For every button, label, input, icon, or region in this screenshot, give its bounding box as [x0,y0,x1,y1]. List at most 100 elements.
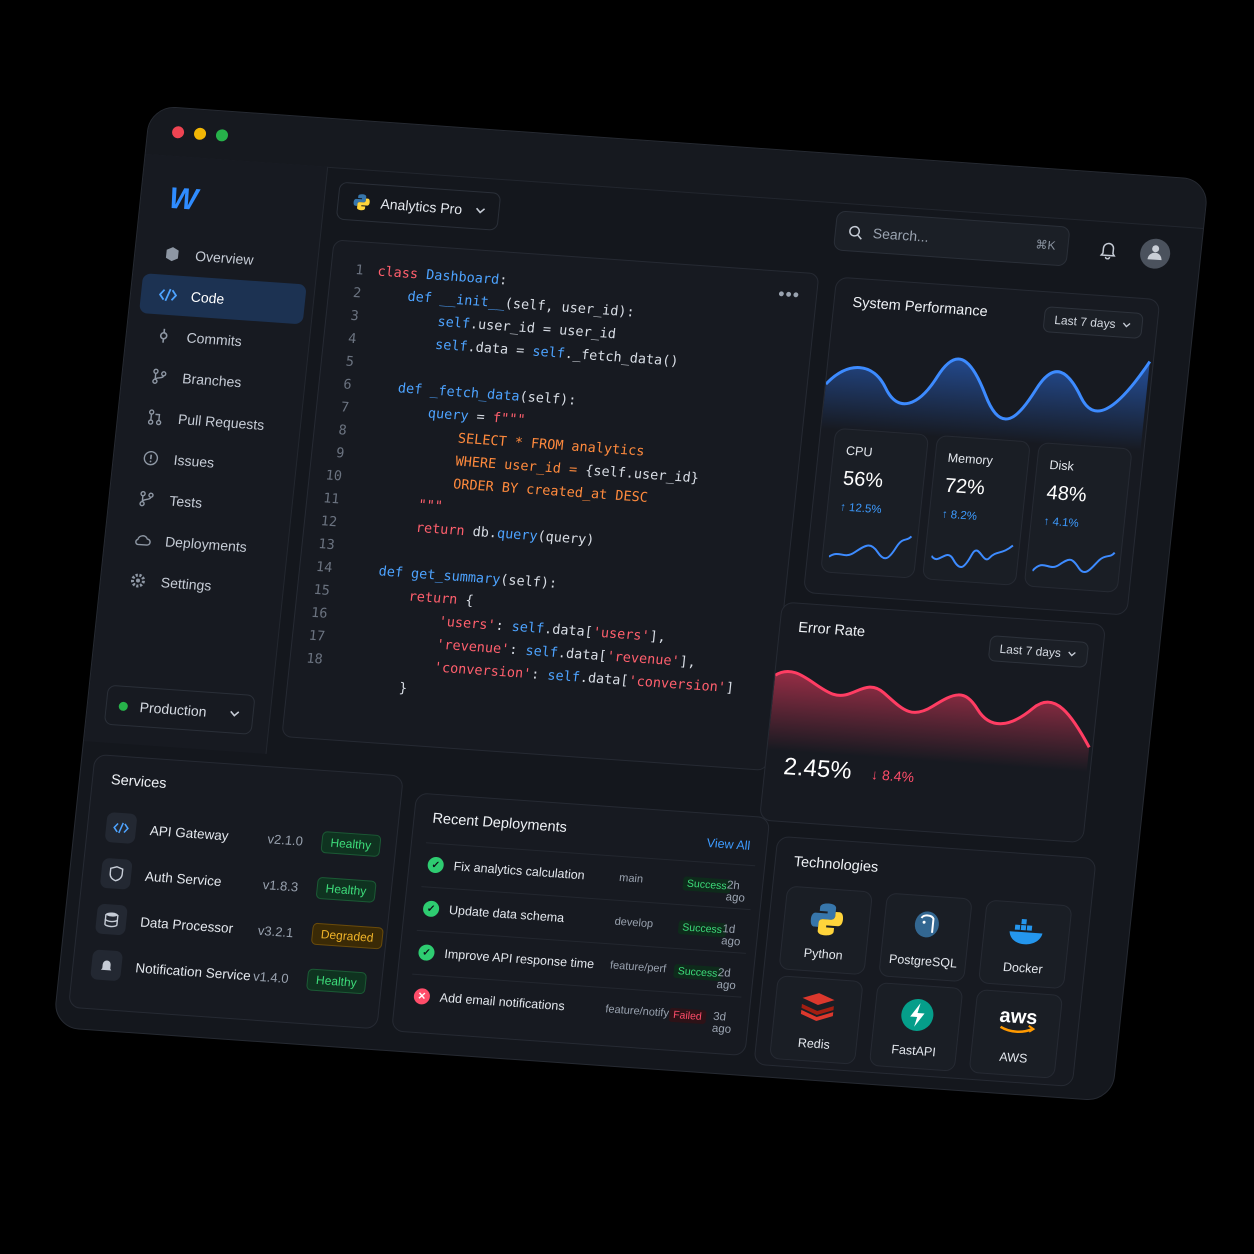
environment-label: Production [138,699,208,720]
sidebar-item-label: Overview [194,247,255,268]
chevron-down-icon [473,203,487,220]
project-name: Analytics Pro [379,195,463,218]
deployment-title: Add email notifications [439,990,566,1014]
code-line: return { [407,588,475,609]
python-icon [783,899,871,941]
code-line: return db.query(query) [415,519,596,549]
metric-card-disk: Disk 48% ↑ 4.1% [1023,442,1133,593]
sidebar-item-label: Pull Requests [177,410,266,433]
user-icon [1145,242,1165,266]
line-number: 16 [310,604,329,622]
sidebar-item-label: Deployments [164,533,248,556]
line-number: 5 [344,353,355,371]
service-version: v3.2.1 [257,922,295,941]
deployment-time: 2d ago [715,966,737,993]
chevron-down-icon [1066,649,1077,660]
issue-icon [141,449,161,468]
line-number: 6 [342,376,353,393]
line-number: 14 [315,558,334,577]
branch-icon [150,367,170,386]
range-selector[interactable]: Last 7 days [987,635,1090,668]
range-selector[interactable]: Last 7 days [1042,306,1144,339]
status-badge: Healthy [305,968,367,995]
line-number: 7 [340,399,350,416]
code-line: } [333,675,409,697]
tech-label: Redis [797,1035,831,1052]
close-window-button[interactable] [171,125,185,139]
sparkline [828,535,913,560]
code-line: query = f""" [427,405,527,429]
bell-icon [90,949,124,982]
line-number: 1 [354,262,365,279]
svg-text:aws: aws [999,1005,1039,1030]
deployment-time: 1d ago [720,923,741,949]
environment-select[interactable]: Production [103,684,256,735]
service-name: Data Processor [139,914,234,936]
tech-tile-docker[interactable]: Docker [977,899,1073,990]
pull-request-icon [145,408,165,427]
check-icon: ✓ [422,900,440,918]
app-logo[interactable]: W [167,182,197,218]
error-rate-change: ↓ 8.4% [870,766,915,786]
project-selector[interactable]: Analytics Pro [335,181,502,231]
tech-label: AWS [998,1049,1029,1066]
card-title: Recent Deployments [431,810,568,837]
line-number: 2 [352,284,362,302]
code-line: self.data = self._fetch_data() [434,336,680,370]
service-name: API Gateway [149,823,230,844]
more-options-icon[interactable]: ••• [777,284,801,306]
tech-tile-fastapi[interactable]: FastAPI [868,982,964,1072]
search-placeholder: Search... [872,225,930,245]
metric-label: Memory [947,450,994,468]
error-rate-value: 2.45% [782,753,853,785]
sidebar-item-label: Branches [181,370,243,391]
line-number: 17 [307,627,326,645]
line-number: 18 [305,650,324,668]
sidebar-nav: Overview Code Commits Branches Pull Requ… [109,232,311,611]
code-line: class Dashboard: [376,263,509,289]
tech-label: Python [803,945,844,963]
bell-icon [1097,242,1119,264]
range-label: Last 7 days [998,641,1062,661]
sidebar-item-label: Commits [185,329,243,350]
notifications-button[interactable] [1097,239,1120,265]
metric-card-cpu: CPU 56% ↑ 12.5% [820,427,930,579]
postgresql-icon [883,906,971,948]
chevron-down-icon [1121,320,1132,331]
search-input[interactable]: Search... ⌘K [832,210,1071,267]
view-all-link[interactable]: View All [706,836,751,853]
cloud-icon [132,530,152,549]
minimize-window-button[interactable] [193,127,207,141]
tech-tile-redis[interactable]: Redis [769,975,864,1065]
fastapi-icon [874,995,961,1035]
check-icon: ✓ [417,944,436,962]
deployment-title: Update data schema [448,903,565,926]
deployment-time: 2h ago [725,879,746,905]
search-icon [847,224,864,240]
metric-change: ↑ 12.5% [839,501,883,517]
tech-tile-python[interactable]: Python [778,885,874,976]
deployment-status: Success [673,963,723,982]
sidebar-item-label: Settings [160,574,213,594]
error-rate-card: Error Rate Last 7 days 2.45% ↓ 8.4% [758,601,1107,844]
service-name: Auth Service [144,868,223,890]
status-badge: Healthy [315,876,377,903]
tech-tile-postgresql[interactable]: PostgreSQL [878,892,973,983]
line-number: 11 [322,490,341,508]
line-number: 12 [319,513,338,531]
database-icon [94,903,128,936]
python-icon [352,193,372,212]
tech-tile-aws[interactable]: aws AWS [968,989,1064,1079]
avatar[interactable] [1138,237,1172,270]
code-editor[interactable]: ••• 1 class Dashboard: 2 def __init__(se… [281,239,820,771]
maximize-window-button[interactable] [215,128,229,142]
metric-label: Disk [1048,457,1075,474]
sidebar-item-label: Issues [172,451,216,471]
line-number: 9 [335,445,346,462]
sparkline [1031,551,1116,574]
gear-icon [128,571,148,590]
cube-icon [162,245,182,264]
shield-icon [99,857,133,890]
system-performance-card: System Performance Last 7 days CPU 56% ↑… [802,276,1161,616]
test-icon [137,489,157,508]
